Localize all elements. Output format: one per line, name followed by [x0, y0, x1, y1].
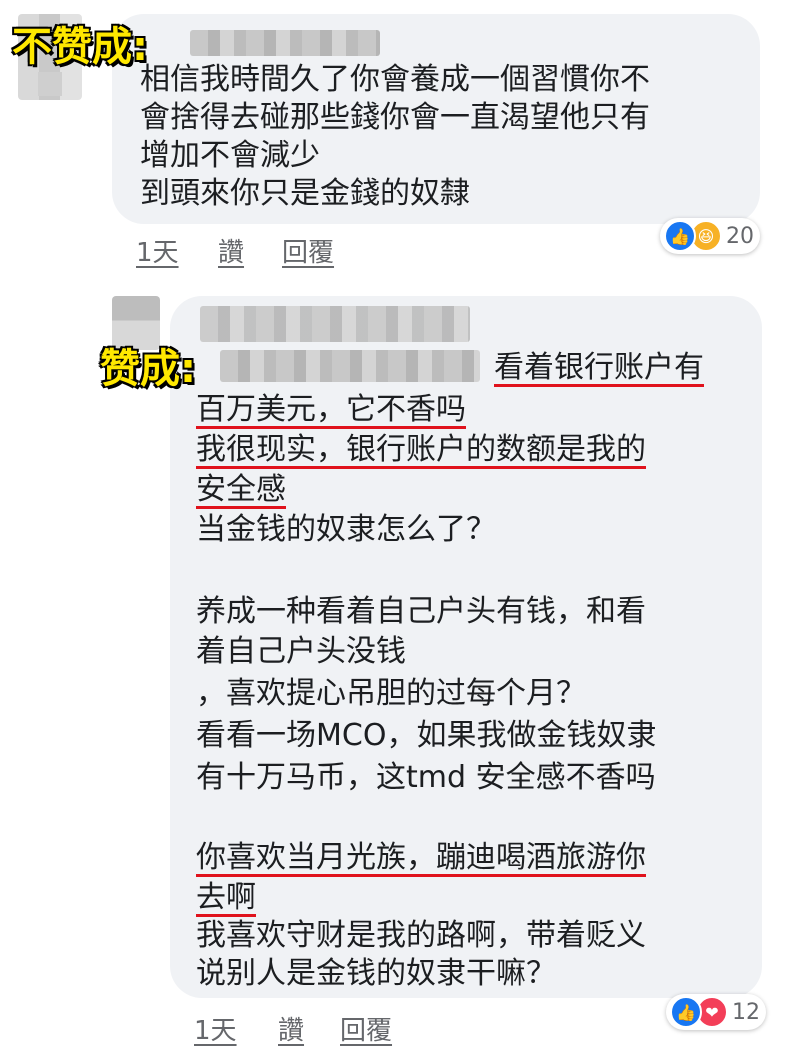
comment-text-line: 看看一场MCO，如果我做金钱奴隶	[196, 718, 657, 753]
comment-text-line: 增加不會減少	[140, 138, 320, 173]
timestamp-link[interactable]: 1天	[136, 232, 179, 269]
comment-text-line: 百万美元，它不香吗	[196, 392, 466, 427]
comment-text-line: 看着银行账户有	[494, 350, 704, 385]
blurred-username[interactable]	[190, 30, 380, 56]
like-button[interactable]: 讚	[218, 232, 244, 269]
blurred-username[interactable]	[200, 306, 470, 342]
reply-button[interactable]: 回覆	[282, 232, 334, 269]
like-icon: 👍	[664, 220, 696, 252]
comment-text-line: 去啊	[196, 880, 256, 915]
reaction-summary[interactable]: 👍 😆 20	[660, 218, 760, 254]
disagree-label: 不赞成:	[11, 23, 149, 71]
comment-text-line: 着自己户头没钱	[196, 634, 406, 669]
blurred-username	[220, 350, 480, 382]
timestamp-link[interactable]: 1天	[194, 1010, 237, 1047]
reply-button[interactable]: 回覆	[340, 1010, 392, 1047]
agree-label: 赞成:	[99, 345, 197, 393]
comment-text-line: ，喜欢提心吊胆的过每个月？	[196, 676, 586, 711]
comment-text-line: 说别人是金钱的奴隶干嘛？	[196, 956, 556, 991]
comment-text-line: 相信我時間久了你會養成一個習慣你不	[140, 62, 650, 97]
like-button[interactable]: 讚	[278, 1010, 304, 1047]
comment-text-line: 安全感	[196, 472, 286, 507]
reaction-count: 12	[732, 999, 760, 1025]
comment-text-line: 到頭來你只是金錢的奴隸	[140, 176, 470, 211]
comment-text-line: 你喜欢当月光族，蹦迪喝酒旅游你	[196, 840, 646, 875]
comment-text-line: 我喜欢守财是我的路啊，带着贬义	[196, 918, 646, 953]
like-icon: 👍	[670, 996, 702, 1028]
reaction-summary[interactable]: 👍 ❤ 12	[666, 994, 766, 1030]
comment-text-line: 当金钱的奴隶怎么了？	[196, 512, 496, 547]
reaction-count: 20	[726, 223, 754, 249]
comment-text-line: 有十万马币，这tmd 安全感不香吗	[196, 760, 656, 795]
comment-text-line: 會捨得去碰那些錢你會一直渴望他只有	[140, 100, 650, 135]
comment-text-line: 养成一种看着自己户头有钱，和看	[196, 594, 646, 629]
comment-text-line: 我很现实，银行账户的数额是我的	[196, 432, 646, 467]
